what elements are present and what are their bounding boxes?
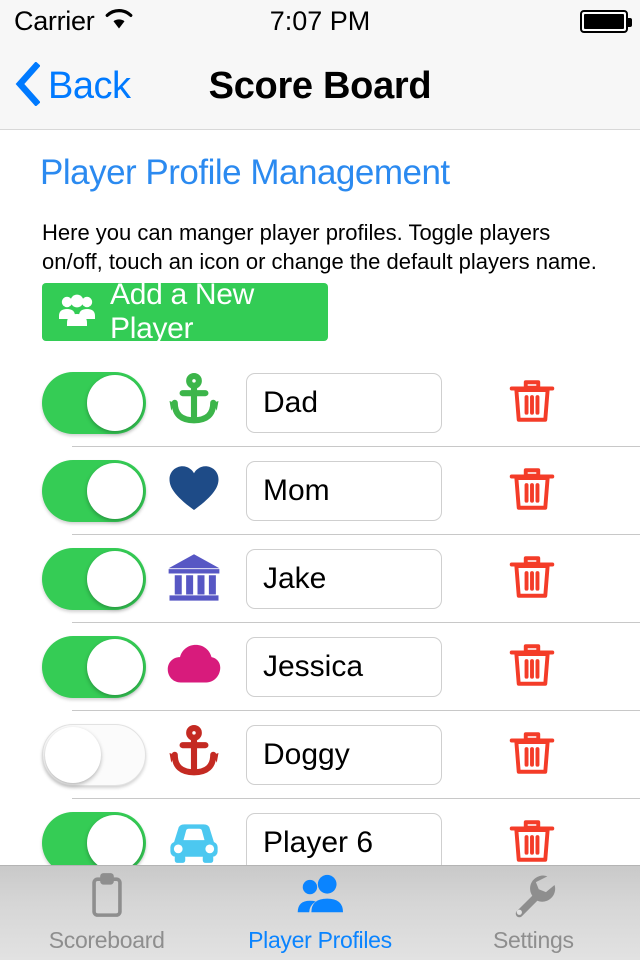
- player-name-value: Doggy: [263, 738, 350, 771]
- player-row: Doggy: [0, 711, 640, 799]
- delete-player-button[interactable]: [442, 728, 640, 783]
- page-title: Score Board: [208, 64, 432, 107]
- player-enabled-toggle[interactable]: [42, 548, 146, 610]
- toggle-knob: [87, 463, 143, 519]
- player-name-input[interactable]: Jake: [246, 549, 442, 609]
- player-name-input[interactable]: Player 6: [246, 813, 442, 865]
- trash-icon: [507, 376, 557, 431]
- heart-icon: [166, 461, 222, 522]
- trash-icon: [507, 640, 557, 695]
- toggle-knob: [87, 375, 143, 431]
- main-content: Player Profile Management Here you can m…: [0, 131, 640, 865]
- toggle-knob: [87, 639, 143, 695]
- wrench-icon: [510, 872, 556, 923]
- two-people-icon: [297, 872, 343, 923]
- player-enabled-toggle[interactable]: [42, 636, 146, 698]
- tab-label: Player Profiles: [248, 927, 392, 953]
- add-new-player-button[interactable]: Add a New Player: [42, 278, 328, 345]
- bank-icon: [166, 549, 222, 610]
- player-avatar-icon-button[interactable]: [146, 813, 242, 866]
- player-enabled-toggle[interactable]: [42, 812, 146, 865]
- battery-full-icon: [580, 9, 632, 33]
- toggle-knob: [45, 727, 101, 783]
- tab-player-profiles[interactable]: Player Profiles: [213, 866, 426, 960]
- section-heading: Player Profile Management: [40, 153, 450, 192]
- player-avatar-icon-button[interactable]: [146, 372, 242, 434]
- player-row: Jake: [0, 535, 640, 623]
- player-avatar-icon-button[interactable]: [146, 637, 242, 698]
- trash-icon: [507, 552, 557, 607]
- player-list: Dad Mom Jake Jessica Doggy Player 6: [0, 359, 640, 865]
- player-name-input[interactable]: Jessica: [246, 637, 442, 697]
- app-screen: Carrier 7:07 PM Back Score Board Player …: [0, 0, 640, 960]
- anchor-icon: [166, 724, 222, 786]
- delete-player-button[interactable]: [442, 376, 640, 431]
- player-enabled-toggle[interactable]: [42, 724, 146, 786]
- clock-label: 7:07 PM: [269, 5, 371, 36]
- status-bar: Carrier 7:07 PM: [0, 0, 640, 42]
- player-avatar-icon-button[interactable]: [146, 461, 242, 522]
- player-row: Player 6: [0, 799, 640, 865]
- player-name-value: Dad: [263, 386, 319, 419]
- add-new-player-label: Add a New Player: [110, 278, 255, 345]
- player-name-value: Jake: [263, 562, 327, 595]
- trash-icon: [507, 816, 557, 866]
- delete-player-button[interactable]: [442, 552, 640, 607]
- cloud-icon: [166, 637, 222, 698]
- clipboard-icon: [84, 872, 130, 923]
- player-enabled-toggle[interactable]: [42, 460, 146, 522]
- status-bar-right: [580, 0, 632, 42]
- toggle-knob: [87, 815, 143, 865]
- player-name-value: Jessica: [263, 650, 364, 683]
- player-name-input[interactable]: Dad: [246, 373, 442, 433]
- trash-icon: [507, 728, 557, 783]
- toggle-knob: [87, 551, 143, 607]
- tab-label: Settings: [492, 927, 574, 953]
- delete-player-button[interactable]: [442, 816, 640, 866]
- tab-bar: Scoreboard Player Profiles Settings: [0, 865, 640, 960]
- car-icon: [166, 813, 222, 866]
- tab-settings[interactable]: Settings: [427, 866, 640, 960]
- player-avatar-icon-button[interactable]: [146, 549, 242, 610]
- player-row: Jessica: [0, 623, 640, 711]
- section-description: Here you can manger player profiles. Tog…: [42, 220, 597, 274]
- player-name-input[interactable]: Doggy: [246, 725, 442, 785]
- group-people-icon: [58, 294, 96, 331]
- player-enabled-toggle[interactable]: [42, 372, 146, 434]
- delete-player-button[interactable]: [442, 464, 640, 519]
- player-name-value: Mom: [263, 474, 330, 507]
- player-avatar-icon-button[interactable]: [146, 724, 242, 786]
- navigation-bar: Back Score Board: [0, 42, 640, 130]
- tab-scoreboard[interactable]: Scoreboard: [0, 866, 213, 960]
- tab-label: Scoreboard: [48, 927, 165, 953]
- trash-icon: [507, 464, 557, 519]
- player-row: Dad: [0, 359, 640, 447]
- player-name-value: Player 6: [263, 826, 374, 859]
- player-name-input[interactable]: Mom: [246, 461, 442, 521]
- player-row: Mom: [0, 447, 640, 535]
- anchor-icon: [166, 372, 222, 434]
- delete-player-button[interactable]: [442, 640, 640, 695]
